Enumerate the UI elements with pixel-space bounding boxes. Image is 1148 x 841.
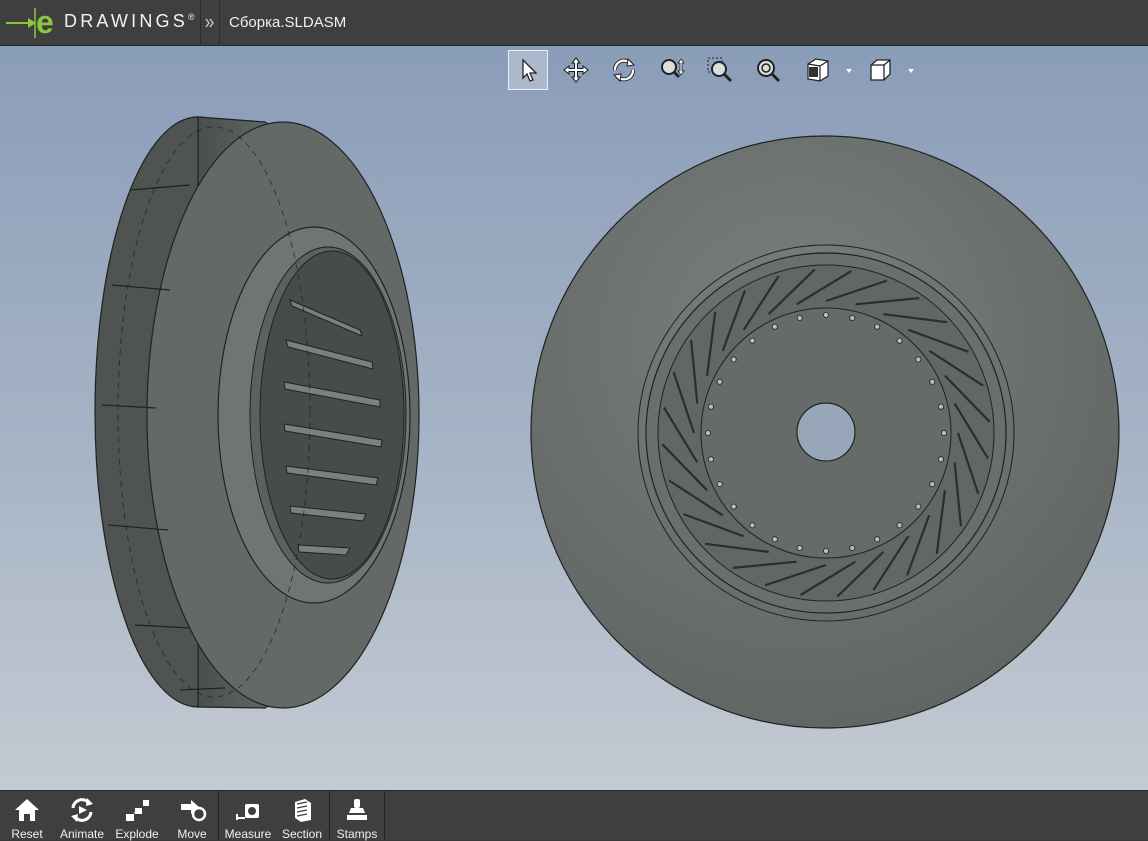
explode-icon xyxy=(126,800,149,821)
zoom-updown-icon xyxy=(661,58,685,79)
reset-button[interactable]: Reset xyxy=(4,791,50,841)
display-style-dropdown-caret[interactable] xyxy=(844,64,854,76)
bolt-hole xyxy=(708,403,715,410)
bolt-hole xyxy=(929,481,936,488)
document-title: Сборка.SLDASM xyxy=(229,14,347,31)
bolt-hole xyxy=(849,545,856,552)
stamps-button[interactable]: Stamps xyxy=(333,791,381,841)
four-way-arrows-icon xyxy=(563,57,589,83)
rotate-icon xyxy=(612,57,636,83)
double-chevron-right-icon xyxy=(205,18,214,28)
bolt-hole xyxy=(796,545,803,552)
brand-wordmark: DRAWINGS® xyxy=(64,11,195,31)
bolt-hole xyxy=(938,403,945,410)
bolt-hole xyxy=(705,429,712,436)
bolt-hole xyxy=(929,378,936,385)
toolbar-divider xyxy=(218,791,219,840)
cube-icon xyxy=(870,59,891,81)
rotate-tool-button[interactable] xyxy=(604,50,644,90)
bolt-hole xyxy=(823,548,830,555)
bolt-hole xyxy=(771,536,778,543)
bolt-hole xyxy=(796,314,803,321)
view-orientation-dropdown-caret[interactable] xyxy=(906,64,916,76)
title-bar: e DRAWINGS® Сборка.SLDASM xyxy=(0,0,1148,46)
stamp-icon xyxy=(347,799,367,820)
bolt-hole xyxy=(708,456,715,463)
move-button[interactable]: Move xyxy=(168,791,216,841)
bolt-hole xyxy=(716,378,723,385)
section-icon xyxy=(295,799,311,822)
section-button[interactable]: Section xyxy=(278,791,326,841)
toolbar-divider xyxy=(384,791,385,840)
impeller-side-view[interactable] xyxy=(94,116,420,709)
zoom-tool-button[interactable] xyxy=(652,50,692,90)
bolt-hole xyxy=(771,323,778,330)
bolt-hole xyxy=(749,522,756,529)
impeller-front-view[interactable] xyxy=(530,135,1120,729)
bolt-hole xyxy=(915,503,922,510)
bolt-hole xyxy=(716,481,723,488)
toolbar-divider xyxy=(329,791,330,840)
measure-button[interactable]: Measure xyxy=(222,791,274,841)
bolt-hole xyxy=(823,311,830,318)
bolt-hole xyxy=(915,356,922,363)
move-icon xyxy=(181,800,207,822)
bolt-hole xyxy=(896,337,903,344)
animate-button[interactable]: Animate xyxy=(56,791,108,841)
select-tool-button[interactable] xyxy=(508,50,548,90)
zoom-to-fit-button[interactable] xyxy=(748,50,788,90)
bolt-hole xyxy=(896,522,903,529)
explode-button[interactable]: Explode xyxy=(112,791,162,841)
bolt-hole xyxy=(730,503,737,510)
zoom-area-icon xyxy=(707,57,733,83)
arrow-cursor-icon xyxy=(522,58,538,82)
bolt-hole xyxy=(941,429,948,436)
bolt-hole xyxy=(749,337,756,344)
bolt-hole xyxy=(938,456,945,463)
pan-tool-button[interactable] xyxy=(556,50,596,90)
display-style-button[interactable] xyxy=(798,50,838,90)
svg-text:e: e xyxy=(36,6,54,40)
animate-icon xyxy=(71,798,93,822)
model-scene[interactable] xyxy=(0,46,1148,790)
expand-panel-button[interactable] xyxy=(200,0,220,45)
bolt-hole xyxy=(849,314,856,321)
bottom-toolbar: Reset Animate Explode Move Measure Secti… xyxy=(0,790,1148,841)
zoom-fit-icon xyxy=(757,59,781,83)
home-icon xyxy=(15,799,39,821)
zoom-to-area-button[interactable] xyxy=(700,50,740,90)
bolt-hole xyxy=(874,323,881,330)
bolt-hole xyxy=(874,536,881,543)
measure-icon xyxy=(236,804,259,820)
view-orientation-button[interactable] xyxy=(860,50,900,90)
display-style-icon xyxy=(807,58,829,82)
bolt-hole xyxy=(730,356,737,363)
